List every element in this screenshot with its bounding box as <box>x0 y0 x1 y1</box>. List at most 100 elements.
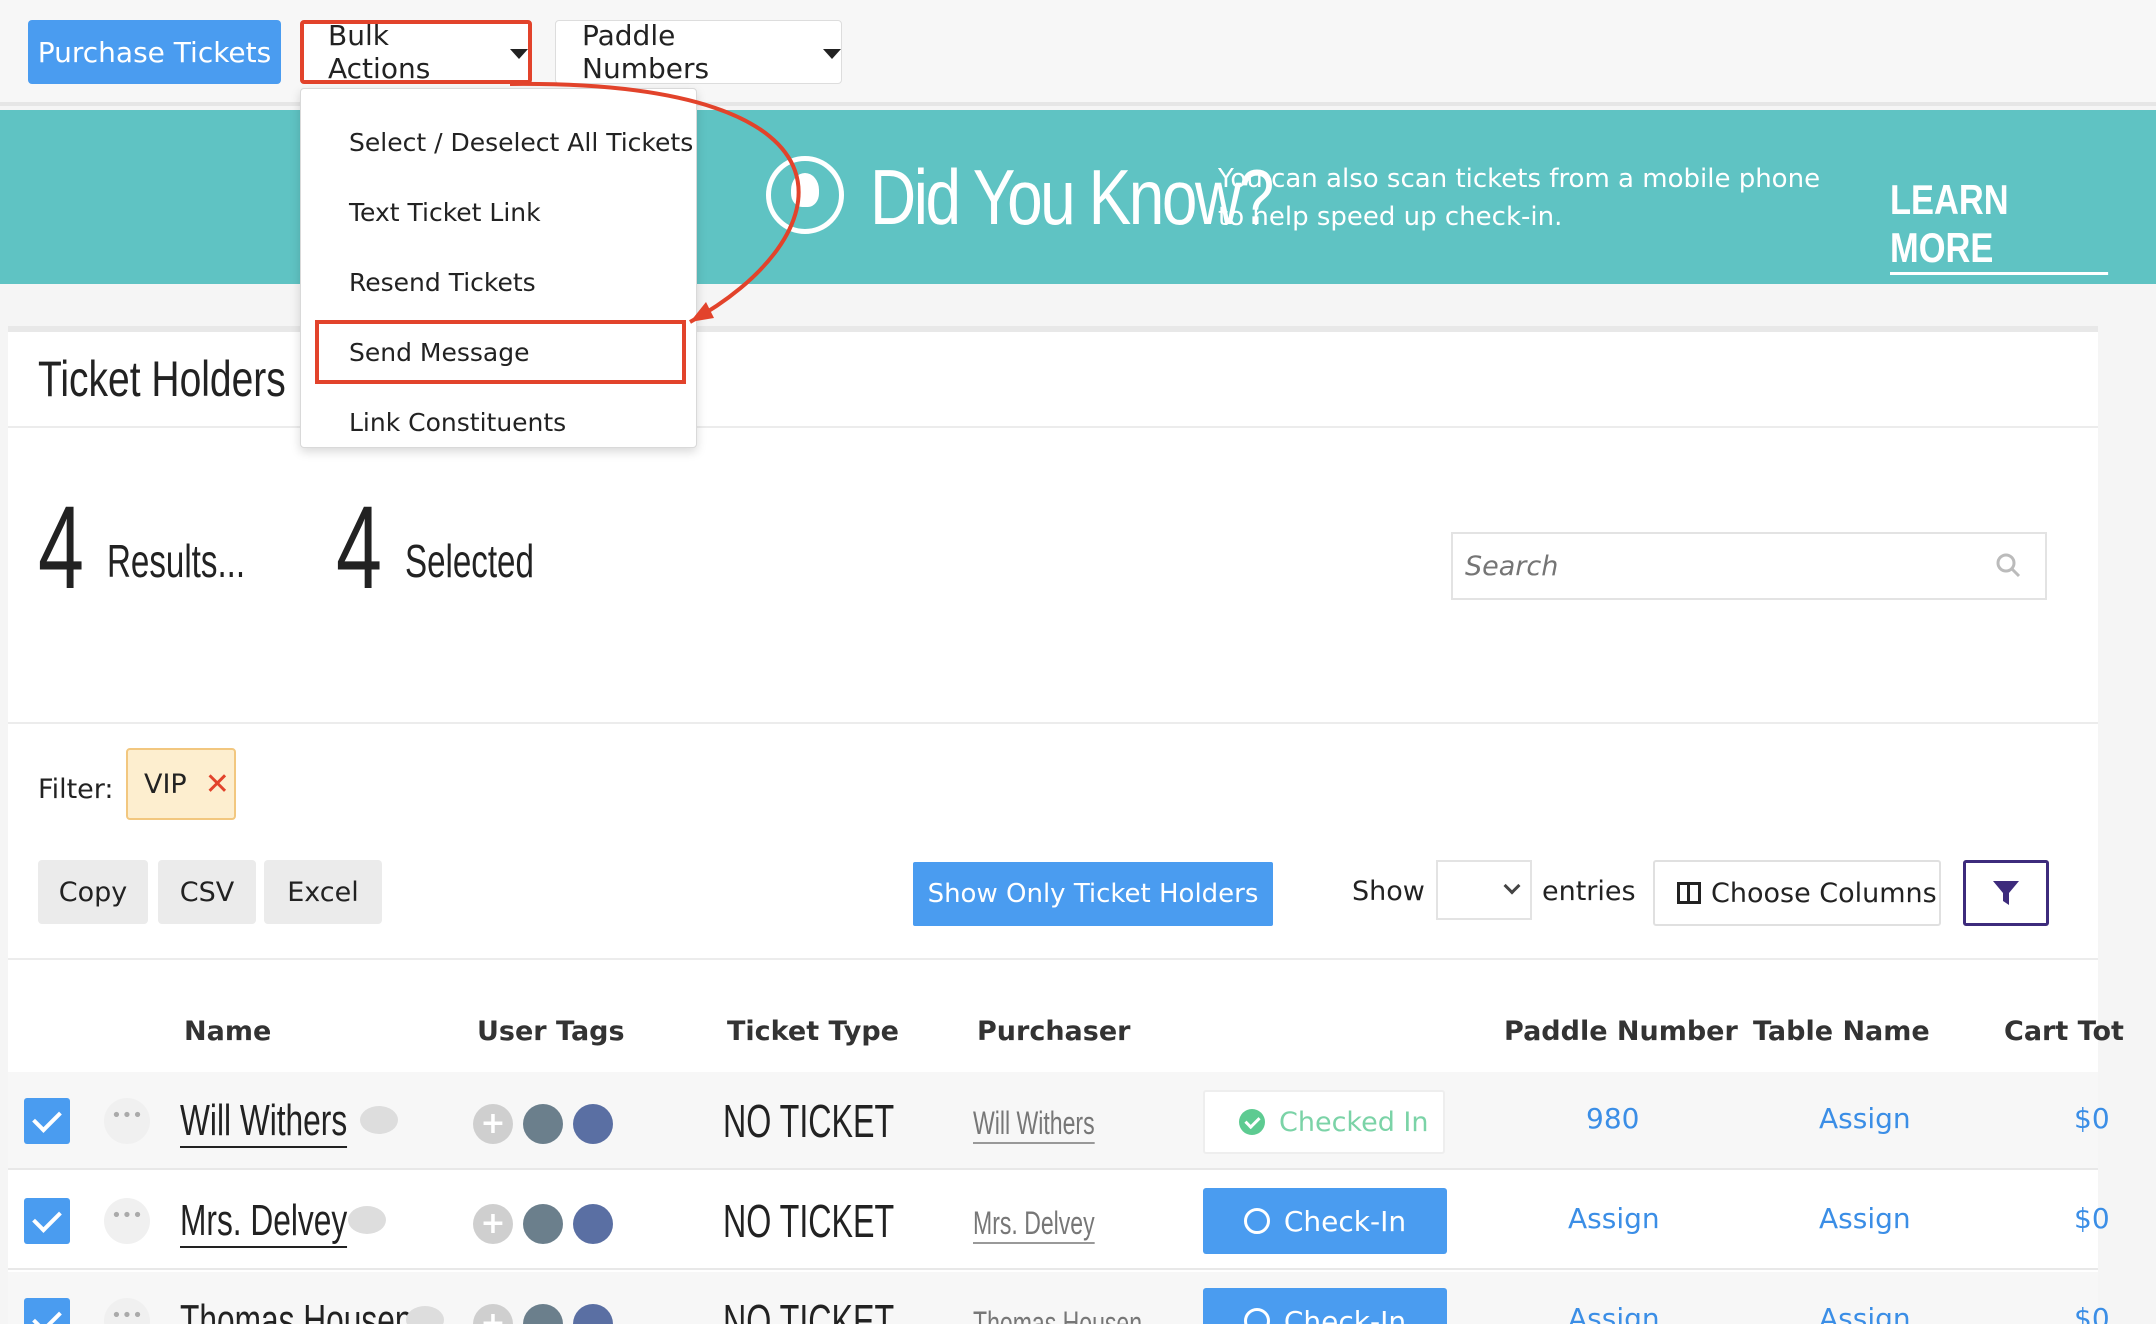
more-options-icon[interactable]: ••• <box>104 1098 150 1144</box>
menu-item-text-ticket-link[interactable]: Text Ticket Link <box>301 177 696 247</box>
column-header-ticket-type[interactable]: Ticket Type <box>727 1016 899 1047</box>
user-tag[interactable] <box>523 1104 563 1144</box>
circle-icon <box>1243 1208 1270 1234</box>
search-input[interactable] <box>1453 534 1973 598</box>
ticket-type: NO TICKET <box>723 1095 895 1147</box>
table-row: ••• Will Withers + NO TICKET Will Wither… <box>8 1072 2110 1170</box>
selected-label: Selected <box>405 535 534 587</box>
entries-select[interactable] <box>1436 860 1532 920</box>
show-only-ticket-holders-button[interactable]: Show Only Ticket Holders <box>913 862 1273 926</box>
paddle-number-link[interactable]: 980 <box>1586 1102 1639 1135</box>
check-in-label: Check-In <box>1283 1204 1407 1238</box>
choose-columns-label: Choose Columns <box>1711 877 1937 909</box>
column-header-paddle-number[interactable]: Paddle Number <box>1504 1016 1738 1047</box>
user-tag[interactable] <box>523 1304 563 1324</box>
chevron-down-icon <box>1503 877 1521 895</box>
purchaser-link[interactable]: Mrs. Delvey <box>973 1204 1095 1244</box>
menu-item-select-all[interactable]: Select / Deselect All Tickets <box>301 107 696 177</box>
column-header-user-tags[interactable]: User Tags <box>477 1016 625 1047</box>
excel-button[interactable]: Excel <box>264 860 382 924</box>
results-count: 4 <box>38 482 84 614</box>
assign-table-link[interactable]: Assign <box>1819 1202 1911 1235</box>
add-tag-icon[interactable]: + <box>473 1204 513 1244</box>
cart-total-link[interactable]: $0 <box>2074 1102 2110 1135</box>
row-checkbox[interactable] <box>24 1198 70 1244</box>
ticket-type: NO TICKET <box>723 1295 895 1324</box>
add-tag-icon[interactable]: + <box>473 1104 513 1144</box>
column-header-purchaser[interactable]: Purchaser <box>977 1016 1130 1047</box>
bulk-actions-button[interactable]: Bulk Actions <box>300 19 532 85</box>
checked-in-label: Checked In <box>1279 1106 1429 1138</box>
bulk-actions-menu: Select / Deselect All Tickets Text Ticke… <box>300 88 697 448</box>
banner-title: Did You Know? <box>870 153 1274 241</box>
purchase-tickets-button[interactable]: Purchase Tickets <box>28 20 281 84</box>
menu-item-send-message[interactable]: Send Message <box>315 320 686 384</box>
section-title: Ticket Holders <box>38 351 286 407</box>
learn-more-link[interactable]: LEARN MORE <box>1890 176 2109 275</box>
divider <box>8 722 2098 724</box>
message-bubble-icon[interactable] <box>406 1306 444 1324</box>
assign-table-link[interactable]: Assign <box>1819 1302 1911 1324</box>
menu-item-resend-tickets[interactable]: Resend Tickets <box>301 247 696 317</box>
table-row: ••• Mrs. Delvey + NO TICKET Mrs. Delvey … <box>8 1172 2110 1270</box>
holder-name-link[interactable]: Mrs. Delvey <box>180 1196 348 1248</box>
column-header-table-name[interactable]: Table Name <box>1753 1016 1930 1047</box>
check-in-button[interactable]: Check-In <box>1203 1188 1447 1254</box>
check-in-label: Check-In <box>1283 1304 1407 1324</box>
row-checkbox[interactable] <box>24 1098 70 1144</box>
search-box <box>1451 532 2047 600</box>
entries-label: entries <box>1542 876 1636 907</box>
ticket-type: NO TICKET <box>723 1195 895 1247</box>
paddle-numbers-button[interactable]: Paddle Numbers <box>555 19 842 85</box>
more-options-icon[interactable]: ••• <box>104 1198 150 1244</box>
menu-item-link-constituents[interactable]: Link Constituents <box>301 387 696 457</box>
caret-down-icon <box>823 49 841 59</box>
choose-columns-button[interactable]: Choose Columns <box>1653 860 1941 926</box>
assign-paddle-link[interactable]: Assign <box>1568 1202 1660 1235</box>
ticket-holders-card: Ticket Holders 4 Results... 4 Selected F… <box>8 326 2124 1324</box>
lightbulb-icon <box>766 156 844 234</box>
banner-text: You can also scan tickets from a mobile … <box>1218 164 1821 232</box>
user-tag[interactable] <box>573 1204 613 1244</box>
assign-table-link[interactable]: Assign <box>1819 1102 1911 1135</box>
user-tag[interactable] <box>523 1204 563 1244</box>
holder-name-link[interactable]: Will Withers <box>180 1096 348 1148</box>
message-bubble-icon[interactable] <box>360 1106 398 1134</box>
remove-filter-icon[interactable]: ✕ <box>205 767 230 802</box>
column-header-name[interactable]: Name <box>184 1016 271 1047</box>
divider <box>8 958 2098 960</box>
selected-count: 4 <box>336 482 382 614</box>
purchaser-link[interactable]: Will Withers <box>973 1104 1095 1144</box>
filter-button[interactable] <box>1963 860 2049 926</box>
row-checkbox[interactable] <box>24 1298 70 1324</box>
table-row: ••• Thomas Housen + NO TICKET Thomas Hou… <box>8 1272 2110 1324</box>
show-label: Show <box>1352 876 1425 907</box>
bulk-actions-label: Bulk Actions <box>328 19 431 85</box>
cart-total-link[interactable]: $0 <box>2074 1202 2110 1235</box>
column-header-cart-total[interactable]: Cart Tot <box>2004 1016 2124 1047</box>
purchaser-link[interactable]: Thomas Housen <box>973 1304 1142 1324</box>
add-tag-icon[interactable]: + <box>473 1304 513 1324</box>
cart-total-link[interactable]: $0 <box>2074 1302 2110 1324</box>
copy-button[interactable]: Copy <box>38 860 148 924</box>
assign-paddle-link[interactable]: Assign <box>1568 1302 1660 1324</box>
results-label: Results... <box>107 535 246 587</box>
filter-chip-label: VIP <box>144 768 187 800</box>
user-tag[interactable] <box>573 1104 613 1144</box>
holder-name-link[interactable]: Thomas Housen <box>180 1296 412 1324</box>
paddle-numbers-label: Paddle Numbers <box>582 19 710 85</box>
columns-icon <box>1677 882 1701 904</box>
filter-label: Filter: <box>38 774 114 805</box>
message-bubble-icon[interactable] <box>348 1206 386 1234</box>
checked-in-status: Checked In <box>1203 1090 1445 1154</box>
caret-down-icon <box>510 49 528 59</box>
funnel-icon <box>1993 881 2019 905</box>
csv-button[interactable]: CSV <box>158 860 256 924</box>
more-options-icon[interactable]: ••• <box>104 1298 150 1324</box>
check-in-button[interactable]: Check-In <box>1203 1288 1447 1324</box>
user-tag[interactable] <box>573 1304 613 1324</box>
circle-icon <box>1243 1308 1270 1324</box>
filter-chip-vip: VIP ✕ <box>126 748 236 820</box>
check-circle-icon <box>1239 1109 1265 1135</box>
search-icon[interactable] <box>1995 552 2021 578</box>
